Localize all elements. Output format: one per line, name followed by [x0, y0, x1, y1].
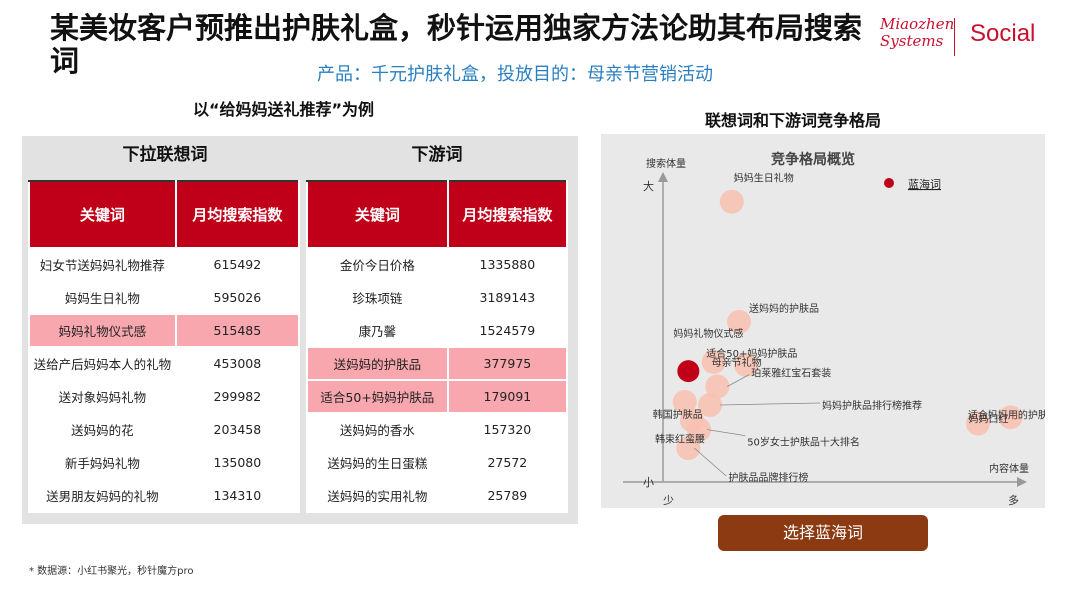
- search-index-cell: 27572: [446, 445, 569, 480]
- keyword-cell: 送妈妈的生日蛋糕: [306, 445, 449, 480]
- table-row: 送男朋友妈妈的礼物 134310: [28, 478, 301, 513]
- chart-section-title: 联想词和下游词竞争格局: [705, 111, 882, 130]
- dropdown-suggestion-table: 关键词 月均搜索指数 妇女节送妈妈礼物推荐 615492 妈妈生日礼物 595026 妈…: [28, 180, 301, 513]
- keyword-cell: 送给产后妈妈本人的礼物: [28, 346, 177, 381]
- table-row: 送妈妈的花 203458: [28, 412, 301, 447]
- search-index-cell: 299982: [174, 379, 301, 414]
- search-index-cell: 1524579: [446, 313, 569, 348]
- point-label: 妈妈生日礼物: [734, 172, 794, 185]
- keyword-cell: 妇女节送妈妈礼物推荐: [28, 247, 177, 282]
- table-row: 珍珠项链 3189143: [306, 280, 569, 315]
- legend-label: 蓝海词: [908, 177, 941, 191]
- table-row: 送妈妈的生日蛋糕 27572: [306, 445, 569, 480]
- search-index-cell: 1335880: [446, 247, 569, 282]
- keyword-cell: 康乃馨: [306, 313, 449, 348]
- left-table-title: 下拉联想词: [122, 145, 208, 165]
- brand-logo: Miaozhen Systems Social: [880, 14, 1065, 58]
- right-table-title: 下游词: [411, 145, 463, 165]
- downstream-word-table: 关键词 月均搜索指数 金价今日价格 1335880 珍珠项链 3189143 康乃馨 15…: [306, 180, 569, 513]
- keyword-cell: 珍珠项链: [306, 280, 449, 315]
- table-row: 送妈妈的实用礼物 25789: [306, 478, 569, 513]
- point-label: 韩国护肤品: [653, 408, 703, 421]
- search-index-cell: 25789: [446, 478, 569, 513]
- point-label: 送妈妈的护肤品: [749, 302, 819, 315]
- select-blue-ocean-button[interactable]: 选择蓝海词: [718, 515, 928, 551]
- table-row: 送给产后妈妈本人的礼物 453008: [28, 346, 301, 381]
- chart-title: 竞争格局概览: [771, 151, 855, 168]
- point-label: 50岁女士护肤品十大排名: [747, 436, 860, 449]
- y-low-label: 小: [643, 476, 654, 489]
- table-row: 新手妈妈礼物 135080: [28, 445, 301, 480]
- search-index-cell: 453008: [174, 346, 301, 381]
- keyword-cell: 送男朋友妈妈的礼物: [28, 478, 177, 513]
- point-label: 适合50+妈妈护肤品: [706, 347, 797, 360]
- data-source-note: * 数据源：小红书聚光，秒针魔方pro: [29, 566, 194, 577]
- point-label: 韩束红蛮腰: [655, 432, 705, 445]
- label-leader-line: [720, 402, 821, 406]
- search-index-cell: 377975: [446, 346, 569, 381]
- point-label: 妈妈口红: [969, 412, 1009, 425]
- keyword-cell: 送妈妈的实用礼物: [306, 478, 449, 513]
- miaozhen-logo-text: Miaozhen Systems: [880, 15, 955, 50]
- y-high-label: 大: [643, 179, 654, 193]
- col-header-search-index: 月均搜索指数: [446, 180, 569, 249]
- point-label: 珀莱雅红宝石套装: [751, 367, 831, 380]
- point-label: 妈妈护肤品排行榜推荐: [822, 399, 922, 412]
- search-index-cell: 157320: [446, 412, 569, 447]
- keyword-cell: 送妈妈的香水: [306, 412, 449, 447]
- label-leader-line: [694, 447, 727, 477]
- col-header-search-index: 月均搜索指数: [174, 180, 301, 249]
- table-row: 适合50+妈妈护肤品 179091: [306, 379, 569, 414]
- example-caption: 以“给妈妈送礼推荐”为例: [193, 100, 375, 119]
- table-row: 妈妈生日礼物 595026: [28, 280, 301, 315]
- scatter-point: [719, 189, 744, 214]
- table-row: 送妈妈的香水 157320: [306, 412, 569, 447]
- blue-ocean-point: [677, 360, 700, 383]
- social-logo-text: Social: [970, 20, 1036, 47]
- x-axis-label: 内容体量: [989, 462, 1029, 475]
- table-row: 金价今日价格 1335880: [306, 247, 569, 282]
- page-subtitle: 产品：千元护肤礼盒，投放目的：母亲节营销活动: [317, 64, 713, 85]
- search-index-cell: 595026: [174, 280, 301, 315]
- point-label: 护肤品品牌排行榜: [728, 471, 808, 484]
- legend-marker: [884, 178, 894, 188]
- col-header-keyword: 关键词: [28, 180, 177, 249]
- x-axis-arrow: [1017, 477, 1027, 487]
- keyword-cell: 送妈妈的护肤品: [306, 346, 449, 381]
- keyword-cell: 适合50+妈妈护肤品: [306, 379, 449, 414]
- table-row: 送妈妈的护肤品 377975: [306, 346, 569, 381]
- table-row: 妈妈礼物仪式感 515485: [28, 313, 301, 348]
- keyword-cell: 金价今日价格: [306, 247, 449, 282]
- table-row: 送对象妈妈礼物 299982: [28, 379, 301, 414]
- search-index-cell: 515485: [174, 313, 301, 348]
- label-leader-line: [727, 374, 750, 387]
- keyword-cell: 新手妈妈礼物: [28, 445, 177, 480]
- x-low-label: 少: [663, 494, 674, 507]
- point-label: 妈妈礼物仪式感: [673, 327, 743, 340]
- competition-scatter-chart: 竞争格局概览 搜索体量内容体量 大小少 多 蓝海词 妈妈生日礼物送妈妈的护肤品妈妈礼物仪式…: [623, 151, 1045, 507]
- search-index-cell: 3189143: [446, 280, 569, 315]
- y-axis-label: 搜索体量: [646, 157, 686, 170]
- keyword-cell: 妈妈生日礼物: [28, 280, 177, 315]
- table-row: 康乃馨 1524579: [306, 313, 569, 348]
- table-row: 妇女节送妈妈礼物推荐 615492: [28, 247, 301, 282]
- logo-divider: [954, 18, 955, 56]
- label-leader-line: [707, 429, 746, 437]
- search-index-cell: 135080: [174, 445, 301, 480]
- x-high-label: 多: [1008, 493, 1019, 507]
- search-index-cell: 179091: [446, 379, 569, 414]
- search-index-cell: 134310: [174, 478, 301, 513]
- keyword-cell: 送对象妈妈礼物: [28, 379, 177, 414]
- keyword-cell: 送妈妈的花: [28, 412, 177, 447]
- search-index-cell: 203458: [174, 412, 301, 447]
- y-axis-arrow: [658, 172, 668, 182]
- col-header-keyword: 关键词: [306, 180, 449, 249]
- search-index-cell: 615492: [174, 247, 301, 282]
- keyword-cell: 妈妈礼物仪式感: [28, 313, 177, 348]
